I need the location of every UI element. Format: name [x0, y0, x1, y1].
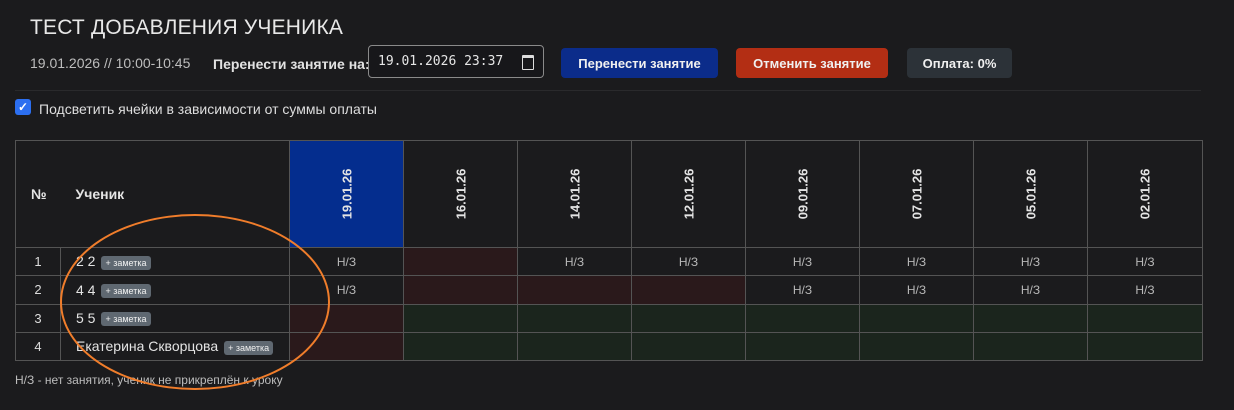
attendance-cell[interactable]	[745, 303, 860, 333]
date-label: 05.01.26	[1023, 168, 1038, 220]
attendance-cell[interactable]	[517, 303, 632, 333]
reschedule-datetime-input[interactable]: 19.01.2026 23:37	[368, 45, 544, 78]
student-name-cell: Екатерина Скворцова + заметка	[60, 331, 290, 362]
date-label: 16.01.26	[453, 168, 468, 220]
student-name-cell: 5 5 + заметка	[60, 303, 290, 333]
date-header[interactable]: 09.01.26	[745, 140, 860, 248]
attendance-cell[interactable]	[403, 275, 518, 305]
footnote: Н/З - нет занятия, ученик не прикреплён …	[15, 373, 283, 387]
student-name[interactable]: 4 4	[76, 282, 95, 298]
attendance-cell[interactable]	[1087, 331, 1203, 362]
attendance-cell[interactable]	[403, 246, 518, 277]
row-number: 3	[15, 303, 61, 333]
attendance-cell[interactable]	[859, 303, 974, 333]
date-label: 02.01.26	[1137, 168, 1153, 220]
attendance-cell[interactable]: Н/З	[745, 275, 860, 305]
payment-button[interactable]: Оплата: 0%	[907, 48, 1012, 78]
reschedule-label: Перенести занятие на:	[213, 56, 370, 72]
date-header[interactable]: 16.01.26	[403, 140, 518, 248]
attendance-cell[interactable]	[517, 331, 632, 362]
add-note-button[interactable]: + заметка	[101, 255, 151, 270]
attendance-cell[interactable]: Н/З	[745, 246, 860, 277]
student-name[interactable]: 5 5	[76, 310, 95, 326]
lesson-datetime: 19.01.2026 // 10:00-10:45	[30, 55, 191, 71]
row-number: 4	[15, 331, 61, 362]
date-header[interactable]: 02.01.26	[1087, 140, 1203, 248]
student-name-cell: 4 4 + заметка	[60, 275, 290, 305]
date-label: 07.01.26	[909, 168, 924, 220]
cancel-lesson-button[interactable]: Отменить занятие	[736, 48, 888, 78]
highlight-checkbox-label[interactable]: Подсветить ячейки в зависимости от суммы…	[39, 101, 377, 117]
add-note-button[interactable]: + заметка	[101, 312, 151, 327]
attendance-table: № Ученик 19.01.26 16.01.26 14.01.26 12.0…	[15, 140, 1203, 362]
attendance-cell[interactable]: Н/З	[859, 246, 974, 277]
student-name[interactable]: 2 2	[76, 253, 95, 269]
table-row: 1 2 2 + заметка Н/З Н/З Н/З Н/З Н/З Н/З Н…	[15, 246, 1203, 277]
table-row: 3 5 5 + заметка	[15, 303, 1203, 333]
highlight-checkbox[interactable]: ✓	[15, 99, 31, 115]
attendance-cell[interactable]: Н/З	[973, 246, 1088, 277]
attendance-cell[interactable]	[289, 303, 404, 333]
attendance-cell[interactable]: Н/З	[1087, 246, 1203, 277]
add-note-button[interactable]: + заметка	[101, 284, 151, 299]
student-name-cell: 2 2 + заметка	[60, 246, 290, 277]
attendance-cell[interactable]	[631, 303, 746, 333]
date-header[interactable]: 05.01.26	[973, 140, 1088, 248]
attendance-cell[interactable]: Н/З	[517, 246, 632, 277]
table-row: 2 4 4 + заметка Н/З Н/З Н/З Н/З Н/З	[15, 275, 1203, 305]
reschedule-datetime-value: 19.01.2026 23:37	[378, 54, 504, 69]
add-note-button[interactable]: + заметка	[224, 340, 274, 355]
attendance-cell[interactable]: Н/З	[289, 246, 404, 277]
attendance-cell[interactable]	[973, 303, 1088, 333]
attendance-cell[interactable]	[517, 275, 632, 305]
attendance-cell[interactable]: Н/З	[859, 275, 974, 305]
attendance-cell[interactable]: Н/З	[973, 275, 1088, 305]
move-lesson-button[interactable]: Перенести занятие	[561, 48, 718, 78]
calendar-icon[interactable]	[522, 55, 534, 70]
attendance-cell[interactable]	[631, 275, 746, 305]
divider	[15, 90, 1201, 91]
date-header[interactable]: 12.01.26	[631, 140, 746, 248]
attendance-cell[interactable]: Н/З	[289, 275, 404, 305]
date-label: 12.01.26	[681, 168, 696, 220]
column-header-number: №	[15, 140, 61, 248]
page-title: ТЕСТ ДОБАВЛЕНИЯ УЧЕНИКА	[30, 16, 344, 39]
row-number: 2	[15, 275, 61, 305]
attendance-cell[interactable]	[973, 331, 1088, 362]
attendance-cell[interactable]	[859, 331, 974, 362]
attendance-cell[interactable]	[745, 331, 860, 362]
header-row: № Ученик 19.01.26 16.01.26 14.01.26 12.0…	[15, 140, 1203, 248]
attendance-cell[interactable]	[403, 331, 518, 362]
attendance-cell[interactable]	[403, 303, 518, 333]
date-header[interactable]: 19.01.26	[289, 140, 404, 248]
attendance-cell[interactable]	[289, 331, 404, 362]
attendance-cell[interactable]	[631, 331, 746, 362]
table-row: 4 Екатерина Скворцова + заметка	[15, 331, 1203, 362]
column-header-student: Ученик	[60, 140, 290, 248]
date-header[interactable]: 14.01.26	[517, 140, 632, 248]
student-name[interactable]: Екатерина Скворцова	[76, 338, 218, 354]
date-label: 14.01.26	[567, 168, 582, 220]
attendance-cell[interactable]	[1087, 303, 1203, 333]
row-number: 1	[15, 246, 61, 277]
attendance-cell[interactable]: Н/З	[1087, 275, 1203, 305]
date-label: 19.01.26	[339, 168, 354, 220]
date-label: 09.01.26	[795, 168, 810, 220]
date-header[interactable]: 07.01.26	[859, 140, 974, 248]
attendance-cell[interactable]: Н/З	[631, 246, 746, 277]
